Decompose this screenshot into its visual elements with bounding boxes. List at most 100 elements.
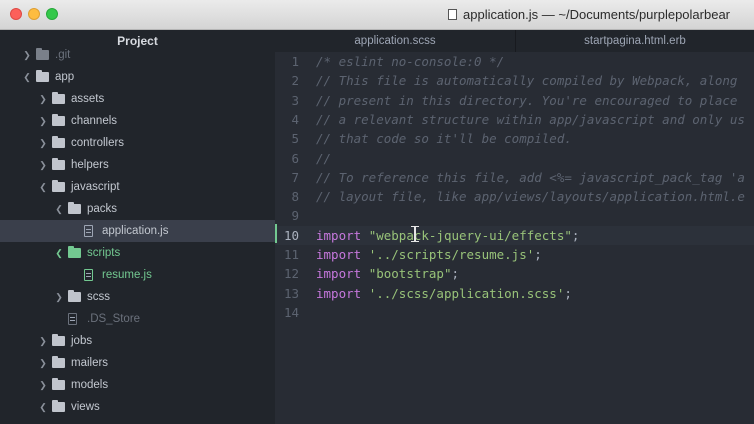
window-title: application.js — ~/Documents/purplepolar…	[448, 7, 730, 22]
tree-item-scripts[interactable]: ❮ scripts	[0, 242, 275, 264]
line-code: // This file is automatically compiled b…	[316, 73, 738, 89]
code-keyword: import	[316, 247, 362, 262]
tab-application-scss[interactable]: application.scss	[275, 30, 515, 52]
code-editor[interactable]: 1 /* eslint no-console:0 */ 2 // This file…	[275, 52, 754, 424]
line-code: // a relevant structure within app/javas…	[316, 111, 745, 127]
tree-item-label: javascript	[71, 181, 120, 193]
line-number: 3	[291, 92, 299, 108]
tree-item-git[interactable]: ❯ .git	[0, 44, 275, 66]
tree-item-models[interactable]: ❯ models	[0, 374, 275, 396]
code-line: 9	[275, 206, 754, 225]
tree-item-label: .git	[55, 49, 71, 61]
tree-item-channels[interactable]: ❯ channels	[0, 110, 275, 132]
git-modified-marker	[275, 224, 277, 243]
line-number: 14	[283, 304, 299, 320]
folder-open-icon	[68, 246, 81, 258]
tree-item-resume-js[interactable]: resume.js	[0, 264, 275, 286]
close-window-button[interactable]	[10, 8, 22, 20]
folder-icon	[68, 290, 81, 302]
tree-item-label: .DS_Store	[87, 313, 141, 325]
file-icon	[84, 225, 93, 237]
line-code: // To reference this file, add <%= javas…	[316, 169, 745, 185]
tree-item-app[interactable]: ❮ app	[0, 66, 275, 88]
window-title-text: application.js — ~/Documents/purplepolar…	[463, 7, 731, 22]
chevron-right-icon: ❯	[39, 138, 47, 148]
line-number: 2	[291, 73, 299, 89]
code-punct: ;	[571, 227, 580, 243]
tree-item-packs[interactable]: ❮ packs	[0, 198, 275, 220]
chevron-right-icon: ❯	[23, 50, 31, 60]
text-cursor-icon	[411, 226, 419, 242]
line-number: 8	[291, 189, 299, 205]
tree-item-ds-store[interactable]: .DS_Store	[0, 308, 275, 330]
chevron-right-icon: ❯	[39, 336, 47, 346]
line-code: // that code so it'll be compiled.	[316, 131, 572, 147]
tree-item-scss[interactable]: ❯ scss	[0, 286, 275, 308]
line-number: 12	[283, 266, 299, 282]
editor-tab-bar: application.scss startpagina.html.erb	[275, 30, 754, 52]
code-line: 7 // To reference this file, add <%= java…	[275, 168, 754, 187]
line-number: 9	[291, 208, 299, 224]
code-keyword: import	[316, 227, 362, 243]
project-tree-panel: Project ❯ .git ❮ app ❯ assets ❯ channels…	[0, 30, 275, 424]
code-line: 12 import "bootstrap";	[275, 264, 754, 283]
code-line: 6 //	[275, 149, 754, 168]
tab-startpagina-html-erb[interactable]: startpagina.html.erb	[515, 30, 754, 52]
line-code: // present in this directory. You're enc…	[316, 92, 738, 108]
chevron-down-icon: ❮	[55, 248, 63, 258]
tree-item-helpers[interactable]: ❯ helpers	[0, 154, 275, 176]
tree-item-label: channels	[71, 115, 118, 127]
code-line: 8 // layout file, like app/views/layouts/…	[275, 187, 754, 206]
chevron-right-icon: ❯	[55, 292, 63, 302]
tree-item-views[interactable]: ❮ views	[0, 396, 275, 418]
code-punct: ;	[564, 285, 572, 301]
title-bar: application.js — ~/Documents/purplepolar…	[0, 0, 754, 30]
folder-icon	[52, 334, 65, 346]
code-line-active: 10 import "webpack-jquery-ui/effects";	[275, 225, 754, 245]
tree-item-label: models	[71, 379, 109, 391]
code-line: 13 import '../scss/application.scss';	[275, 284, 754, 303]
tree-item-label: scripts	[87, 247, 121, 259]
chevron-right-icon: ❯	[39, 116, 47, 126]
tree-item-label: assets	[71, 93, 105, 105]
tree-item-controllers[interactable]: ❯ controllers	[0, 132, 275, 154]
tree-item-mailers[interactable]: ❯ mailers	[0, 352, 275, 374]
tree-item-application-js[interactable]: application.js	[0, 220, 275, 242]
tree-item-label: scss	[87, 291, 110, 303]
tree-item-assets[interactable]: ❯ assets	[0, 88, 275, 110]
code-line: 2 // This file is automatically compiled …	[275, 71, 754, 90]
file-icon	[68, 313, 77, 325]
zoom-window-button[interactable]	[46, 8, 58, 20]
folder-icon	[52, 114, 65, 126]
code-string: "webpack-jquery-ui/effects"	[368, 227, 572, 243]
folder-open-icon	[52, 180, 65, 192]
code-line: 4 // a relevant structure within app/java…	[275, 110, 754, 129]
code-line: 5 // that code so it'll be compiled.	[275, 129, 754, 148]
tree-item-label: app	[55, 71, 75, 83]
tree-item-label: application.js	[102, 225, 169, 237]
code-keyword: import	[316, 266, 362, 282]
tree-item-label: packs	[87, 203, 118, 215]
line-number: 5	[291, 131, 299, 147]
tree-item-label: views	[71, 401, 100, 413]
code-line: 14	[275, 303, 754, 322]
tree-item-jobs[interactable]: ❯ jobs	[0, 330, 275, 352]
folder-open-icon	[36, 70, 49, 82]
chevron-down-icon: ❮	[39, 182, 47, 192]
chevron-down-icon: ❮	[23, 72, 31, 82]
tree-item-javascript[interactable]: ❮ javascript	[0, 176, 275, 198]
line-number: 11	[283, 247, 299, 262]
folder-icon	[52, 158, 65, 170]
line-number: 4	[291, 111, 299, 127]
chevron-right-icon: ❯	[39, 380, 47, 390]
line-number: 1	[291, 54, 299, 69]
minimize-window-button[interactable]	[28, 8, 40, 20]
code-string: "bootstrap"	[368, 266, 452, 282]
chevron-down-icon: ❮	[39, 402, 47, 412]
chevron-down-icon: ❮	[55, 204, 63, 214]
line-code: /* eslint no-console:0 */	[316, 54, 505, 69]
folder-icon	[36, 48, 49, 60]
chevron-right-icon: ❯	[39, 94, 47, 104]
folder-icon	[52, 378, 65, 390]
code-string: '../scripts/resume.js'	[368, 247, 535, 262]
